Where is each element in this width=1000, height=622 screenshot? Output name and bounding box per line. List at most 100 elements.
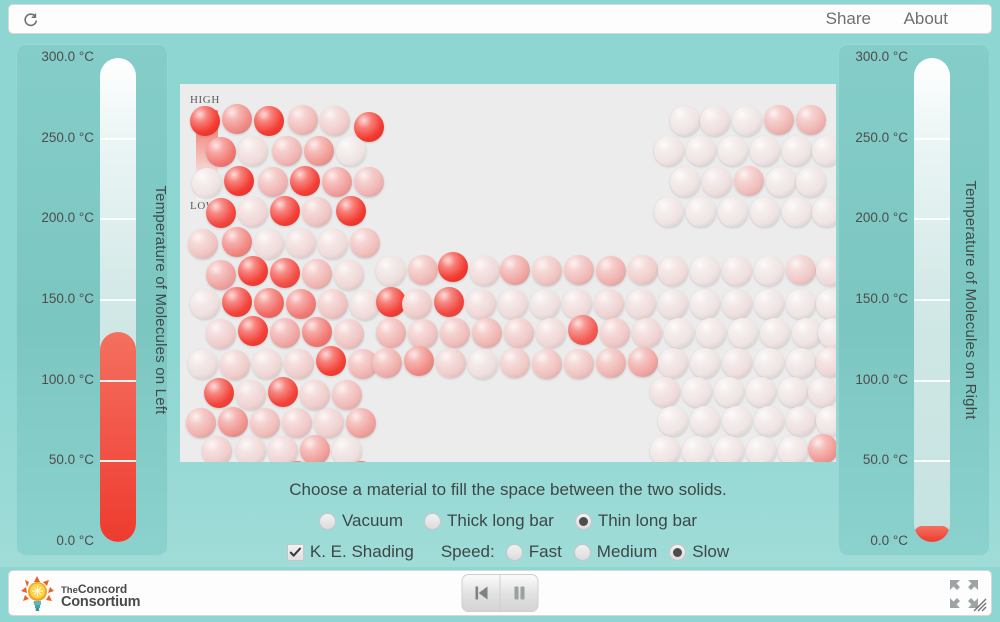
molecule[interactable] [190,106,220,136]
molecule[interactable] [664,318,694,348]
molecule[interactable] [796,167,826,197]
molecule[interactable] [750,136,780,166]
molecule[interactable] [206,319,236,349]
molecule[interactable] [816,347,836,377]
molecule[interactable] [530,289,560,319]
molecule[interactable] [714,377,744,407]
molecule[interactable] [322,167,352,197]
molecule[interactable] [436,348,466,378]
molecule[interactable] [808,377,836,407]
molecule[interactable] [728,318,758,348]
speed-radio[interactable] [669,543,687,561]
molecule[interactable] [746,436,776,462]
molecule[interactable] [434,287,464,317]
material-radio[interactable] [318,512,336,530]
molecule[interactable] [438,252,468,282]
molecule[interactable] [568,315,598,345]
material-radio[interactable] [424,512,442,530]
molecule[interactable] [402,289,432,319]
molecule[interactable] [786,289,816,319]
molecule[interactable] [760,318,790,348]
molecule[interactable] [564,255,594,285]
molecule[interactable] [188,229,218,259]
molecule[interactable] [466,289,496,319]
molecule[interactable] [336,136,366,166]
molecule[interactable] [254,288,284,318]
molecule[interactable] [332,436,362,462]
molecule[interactable] [722,256,752,286]
molecule[interactable] [252,349,282,379]
molecule[interactable] [628,347,658,377]
molecule[interactable] [722,289,752,319]
molecular-simulation-canvas[interactable]: HIGH LOW [180,84,836,462]
molecule[interactable] [766,167,796,197]
molecule[interactable] [408,255,438,285]
molecule[interactable] [816,406,836,436]
molecule[interactable] [302,197,332,227]
molecule[interactable] [346,408,376,438]
molecule[interactable] [354,167,384,197]
molecule[interactable] [632,318,662,348]
molecule[interactable] [594,289,624,319]
molecule[interactable] [670,167,700,197]
molecule[interactable] [818,318,836,348]
molecule[interactable] [238,256,268,286]
molecule[interactable] [654,136,684,166]
material-radio[interactable] [574,512,592,530]
molecule[interactable] [288,105,318,135]
molecule[interactable] [658,348,688,378]
molecule[interactable] [734,166,764,196]
molecule[interactable] [658,406,688,436]
molecule[interactable] [718,197,748,227]
molecule[interactable] [764,105,794,135]
molecule[interactable] [250,408,280,438]
molecule[interactable] [284,349,314,379]
molecule[interactable] [596,348,626,378]
ke-shading-toggle[interactable]: K. E. Shading [286,542,414,562]
material-option-thick-long-bar[interactable]: Thick long bar [424,511,554,531]
molecule[interactable] [404,346,434,376]
molecule[interactable] [270,196,300,226]
molecule[interactable] [562,289,592,319]
molecule[interactable] [192,168,222,198]
molecule[interactable] [254,106,284,136]
molecule[interactable] [472,318,502,348]
molecule[interactable] [376,256,406,286]
speed-option-fast[interactable]: Fast [505,542,562,562]
molecule[interactable] [722,406,752,436]
molecule[interactable] [722,348,752,378]
reset-button[interactable] [463,575,500,611]
molecule[interactable] [408,319,438,349]
ke-shading-checkbox[interactable] [286,543,304,561]
molecule[interactable] [628,255,658,285]
molecule[interactable] [650,436,680,462]
molecule[interactable] [596,256,626,286]
molecule[interactable] [732,106,762,136]
molecule[interactable] [318,289,348,319]
molecule[interactable] [206,198,236,228]
molecule[interactable] [372,348,402,378]
speed-radio[interactable] [505,543,523,561]
molecule[interactable] [222,104,252,134]
molecule[interactable] [796,105,826,135]
molecule[interactable] [222,227,252,257]
molecule[interactable] [206,260,236,290]
molecule[interactable] [754,348,784,378]
molecule[interactable] [300,380,330,410]
molecule[interactable] [754,289,784,319]
molecule[interactable] [504,318,534,348]
molecule[interactable] [532,256,562,286]
molecule[interactable] [254,229,284,259]
molecule[interactable] [302,259,332,289]
molecule[interactable] [786,255,816,285]
molecule[interactable] [470,256,500,286]
molecule[interactable] [290,166,320,196]
molecule[interactable] [658,256,688,286]
molecule[interactable] [626,289,656,319]
molecule[interactable] [532,349,562,379]
molecule[interactable] [334,260,364,290]
molecule[interactable] [440,318,470,348]
molecule[interactable] [282,408,312,438]
molecule[interactable] [808,434,836,462]
molecule[interactable] [270,258,300,288]
